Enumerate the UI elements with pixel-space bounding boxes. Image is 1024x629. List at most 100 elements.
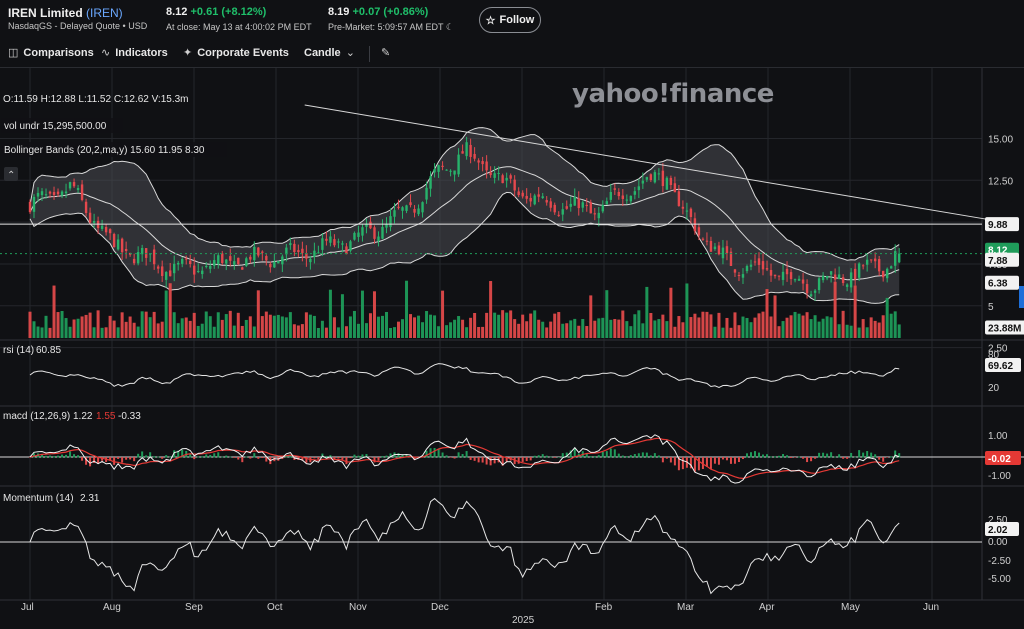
momentum-value: 2.31: [80, 493, 100, 504]
candle-body: [160, 266, 164, 276]
macd-hist-bar: [221, 456, 224, 458]
macd-hist-bar: [433, 447, 436, 458]
candle-body: [721, 247, 725, 259]
candle-body: [52, 192, 56, 196]
volume-bar: [485, 312, 489, 338]
draw-button[interactable]: ✎: [381, 46, 390, 59]
candle-body: [697, 227, 701, 236]
macd-hist-bar: [217, 452, 220, 458]
chart-type-dropdown[interactable]: Candle ⌄: [304, 46, 355, 60]
collapse-legend-button[interactable]: ⌃: [4, 167, 18, 181]
macd-hist-bar: [133, 457, 136, 462]
volume-bar: [717, 312, 721, 338]
candle-body: [569, 203, 572, 207]
volume-bar: [188, 320, 192, 338]
macd-hist-bar: [193, 457, 196, 460]
macd-hist-bar: [657, 455, 660, 458]
volume-bar: [421, 322, 425, 338]
chevron-down-icon: ⌄: [345, 47, 355, 59]
compare-icon: ◫: [8, 47, 19, 59]
candle-body: [401, 207, 404, 211]
volume-bar: [332, 317, 336, 338]
volume-bar: [745, 317, 749, 338]
macd-hist-bar: [866, 451, 869, 458]
macd-hist-bar: [357, 455, 360, 458]
macd-hist-bar: [766, 454, 769, 458]
candle-body: [833, 274, 837, 280]
macd-hist-bar: [529, 457, 532, 461]
macd-hist-bar: [737, 457, 740, 463]
macd-hist-bar: [862, 452, 865, 458]
volume-bar: [208, 316, 212, 338]
close-price: 8.12: [166, 6, 188, 18]
follow-button[interactable]: ☆ Follow: [479, 7, 541, 33]
volume-bar: [581, 319, 585, 338]
macd-hist-bar: [517, 457, 520, 464]
macd-hist-bar: [253, 453, 256, 458]
candle-body: [761, 261, 765, 270]
candle-body: [56, 191, 60, 195]
volume-bar: [324, 327, 328, 338]
macd-label: macd (12,26,9): [3, 411, 70, 422]
volume-bar: [236, 312, 240, 338]
candle-body: [573, 196, 576, 206]
macd-hist-bar: [385, 455, 388, 458]
volume-bar: [356, 323, 360, 338]
candle-body: [473, 153, 476, 159]
volume-bar: [244, 319, 248, 338]
volume-bar: [433, 315, 437, 338]
candle-body: [405, 205, 408, 211]
macd-hist-bar: [721, 457, 724, 460]
macd-hist-bar: [313, 457, 316, 459]
candle-body: [261, 251, 264, 253]
volume-bar: [793, 311, 797, 338]
volume-bar: [677, 316, 681, 338]
macd-hist-bar: [489, 457, 492, 466]
candle-body: [669, 177, 673, 186]
volume-bar: [116, 327, 120, 338]
volume-bar: [441, 290, 445, 338]
candle-body: [321, 238, 324, 250]
volume-bar: [781, 321, 785, 338]
volume-bar: [72, 319, 76, 338]
volume-bar: [196, 325, 200, 338]
macd-hist-bar: [169, 456, 172, 458]
candle-body: [193, 265, 196, 275]
volume-bar: [340, 294, 344, 338]
price-tick: 15.00: [988, 134, 1013, 145]
macd-hist-bar: [617, 453, 620, 458]
candle-body: [32, 196, 36, 212]
candle-body: [549, 201, 552, 208]
macd-line: [29, 434, 900, 484]
corporate-events-button[interactable]: ✦ Corporate Events: [183, 46, 289, 60]
volume-bar: [336, 327, 340, 338]
candle-body: [168, 270, 172, 277]
volume-bar: [300, 324, 304, 338]
macd-hist-bar: [878, 457, 881, 460]
volume-bar: [156, 323, 160, 338]
macd-hist-bar: [45, 455, 48, 458]
volume-bar: [429, 314, 433, 338]
volume-bar: [633, 314, 637, 338]
macd-hist-bar: [725, 457, 728, 461]
volume-bar: [661, 314, 665, 338]
candle-body: [737, 274, 741, 276]
price-chart[interactable]: yahoo!finance Jul Aug Sep Oct Nov Dec 2025 Feb M…: [0, 68, 1024, 629]
macd-hist-bar: [237, 457, 240, 460]
scroll-handle[interactable]: [1019, 286, 1024, 308]
indicators-button[interactable]: ∿ Indicators: [101, 46, 168, 60]
candle-body: [217, 255, 220, 265]
macd-hist-bar: [649, 455, 652, 458]
candle-body: [189, 260, 192, 264]
comparisons-button[interactable]: ◫ Comparisons: [8, 46, 94, 60]
volume-bar: [825, 316, 829, 338]
volume-bar: [541, 321, 545, 338]
macd-hist-bar: [521, 457, 524, 462]
volume-bar: [861, 319, 865, 338]
volume-bar: [104, 327, 108, 338]
volume-bar: [264, 311, 268, 338]
macd-hist-bar: [137, 453, 140, 458]
macd-hist-bar: [786, 455, 789, 458]
candle-body: [709, 241, 713, 252]
volume-bar: [701, 311, 705, 338]
